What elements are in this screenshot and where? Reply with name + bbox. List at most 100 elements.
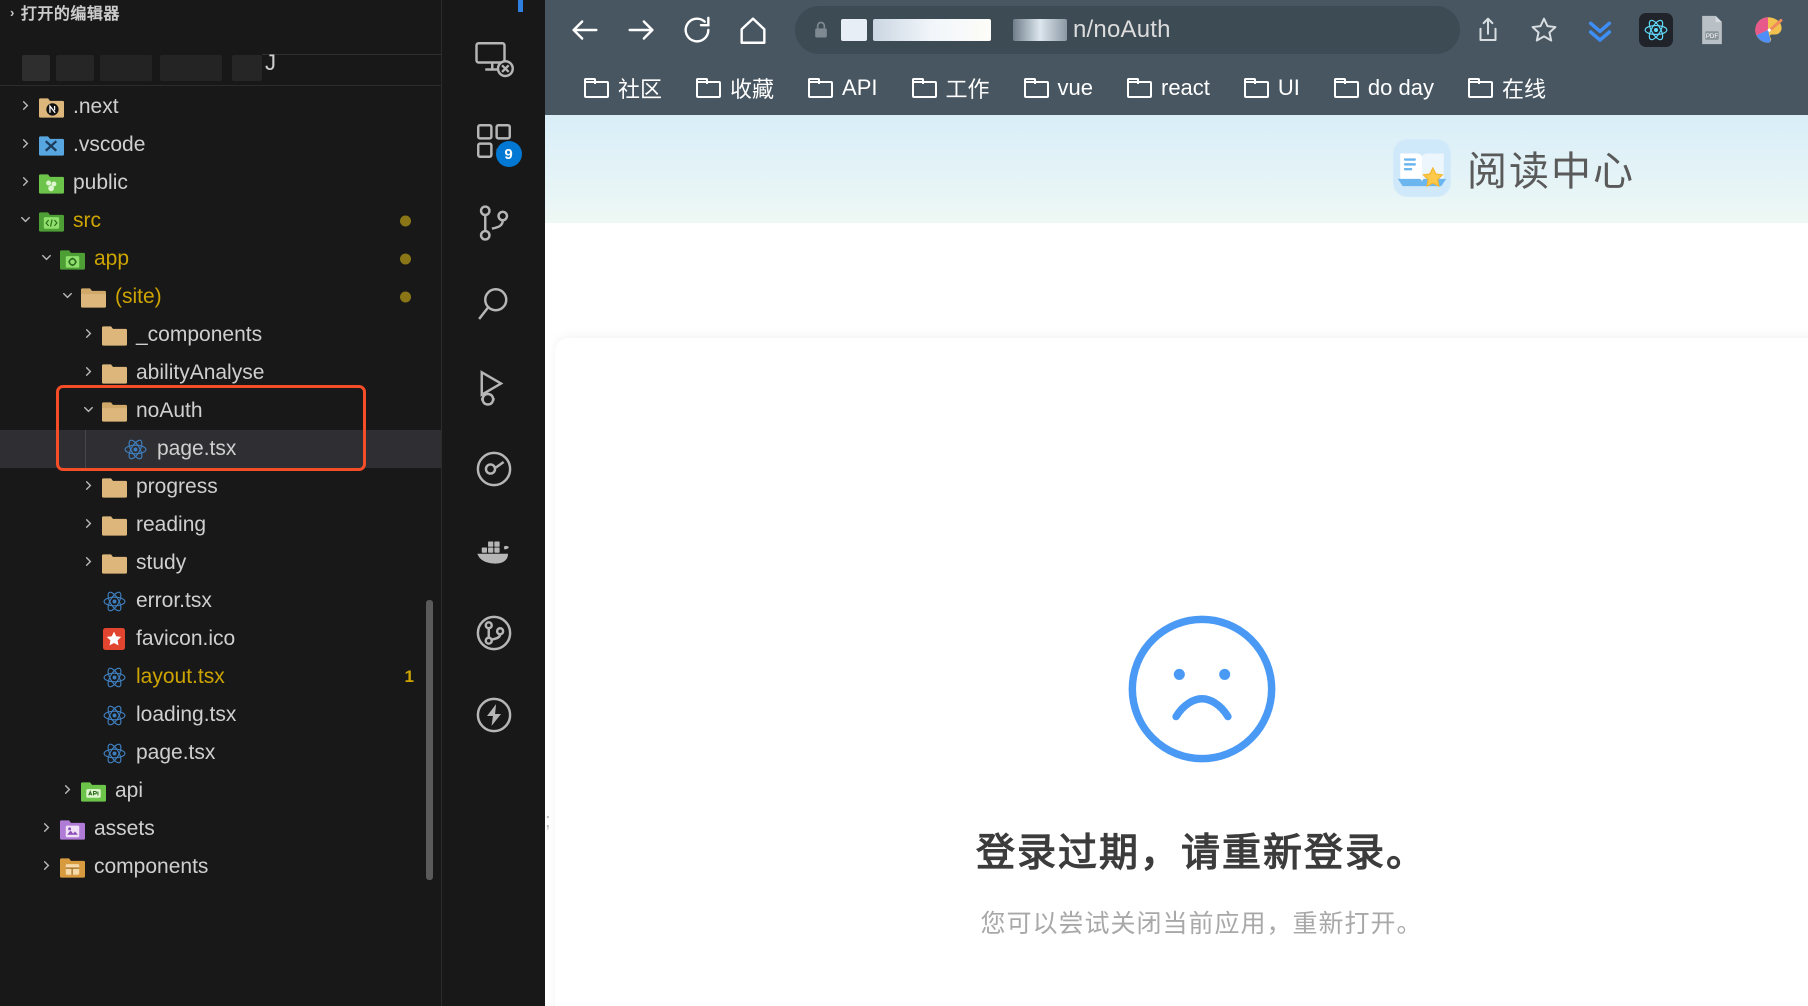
download-chevrons-icon[interactable] (1572, 6, 1628, 54)
chevron-right-icon (14, 136, 36, 154)
forward-icon[interactable] (613, 6, 669, 54)
opened-editors-header[interactable]: › 打开的编辑器 (0, 0, 441, 24)
folder (99, 477, 129, 498)
source-control-icon[interactable] (461, 190, 527, 256)
redacted-block (100, 55, 152, 81)
reload-icon[interactable] (669, 6, 725, 54)
bookmark-item[interactable]: 收藏 (679, 72, 791, 104)
tree-folder-row[interactable]: public (0, 164, 441, 202)
tree-folder-row[interactable]: api (0, 772, 441, 810)
tree-folder-row[interactable]: src (0, 202, 441, 240)
tree-item-label: page.tsx (136, 741, 216, 764)
tree-folder-row[interactable]: assets (0, 810, 441, 848)
bookmark-item[interactable]: 工作 (895, 72, 1007, 104)
extensions-icon[interactable]: 9 (461, 108, 527, 174)
tree-item-label: .vscode (73, 133, 146, 156)
bookmark-item[interactable]: do day (1317, 75, 1451, 101)
tree-folder-row[interactable]: .next (0, 88, 441, 126)
react-devtools-icon[interactable] (1628, 6, 1684, 54)
tree-folder-row[interactable]: app (0, 240, 441, 278)
bookmark-label: 收藏 (730, 76, 775, 102)
scrollbar-thumb[interactable] (426, 600, 433, 880)
folder-icon (1243, 77, 1269, 98)
git-graph-icon[interactable] (461, 600, 527, 666)
modified-dot (400, 291, 411, 303)
file-tree[interactable]: .next .vscode public src app (site) _component… (0, 86, 441, 886)
tree-folder-row[interactable]: .vscode (0, 126, 441, 164)
tree-folder-row[interactable]: _components (0, 316, 441, 354)
folder-open (99, 401, 129, 422)
tree-folder-row[interactable]: study (0, 544, 441, 582)
back-icon[interactable] (557, 6, 613, 54)
bookmark-star-icon[interactable] (1516, 6, 1572, 54)
testing-icon[interactable] (461, 436, 527, 502)
tree-file-row[interactable]: page.tsx (0, 430, 441, 468)
chevron-right-icon (77, 326, 99, 344)
chevron-right-icon (77, 554, 99, 572)
opened-editors-label: 打开的编辑器 (20, 6, 120, 23)
tree-item-label: app (94, 247, 130, 270)
color-picker-icon[interactable] (1740, 6, 1796, 54)
tree-folder-row[interactable]: components (0, 848, 441, 886)
page-title: 阅读中心 (1467, 149, 1635, 195)
tree-item-label: progress (136, 475, 218, 498)
chevron-right-icon (14, 98, 36, 116)
tree-folder-row[interactable]: noAuth (0, 392, 441, 430)
search-icon[interactable] (461, 272, 527, 338)
bookmark-item[interactable]: 社区 (567, 72, 679, 104)
bookmark-item[interactable]: react (1110, 75, 1227, 101)
tree-file-row[interactable]: favicon.ico (0, 620, 441, 658)
tree-folder-row[interactable]: (site) (0, 278, 441, 316)
run-and-debug-icon[interactable] (461, 354, 527, 420)
tree-item-label: abilityAnalyse (136, 361, 265, 384)
bookmark-item[interactable]: UI (1227, 75, 1317, 101)
home-icon[interactable] (725, 6, 781, 54)
address-bar[interactable]: n/noAuth (795, 6, 1460, 54)
bookmark-item[interactable]: API (791, 75, 894, 101)
react-icon (99, 665, 129, 690)
chevron-right-icon: › (10, 4, 15, 20)
tree-folder-row[interactable]: abilityAnalyse (0, 354, 441, 392)
tree-item-label: _components (136, 323, 263, 346)
tree-folder-row[interactable]: progress (0, 468, 441, 506)
folder-icon (1127, 77, 1152, 98)
folder-components (57, 857, 87, 878)
redacted-block (160, 55, 222, 81)
remote-explorer-icon[interactable] (461, 26, 527, 92)
react-icon (99, 703, 129, 728)
tree-file-row[interactable]: page.tsx (0, 734, 441, 772)
share-icon[interactable] (1460, 6, 1516, 54)
bookmark-label: 在线 (1501, 76, 1546, 102)
tree-file-row[interactable]: loading.tsx (0, 696, 441, 734)
tree-file-row[interactable]: error.tsx (0, 582, 441, 620)
folder (99, 325, 129, 346)
screen: › 打开的编辑器 J .next .vscode public src app (site… (0, 0, 1808, 1006)
tree-item-label: error.tsx (136, 589, 212, 612)
tree-file-row[interactable]: layout.tsx 1 (0, 658, 441, 696)
folder-vscode (36, 135, 66, 156)
activity-bar: 9 (441, 0, 545, 1006)
chevron-right-icon (77, 478, 99, 496)
thunder-client-icon[interactable] (461, 682, 527, 748)
stray-text: J (265, 50, 276, 75)
redacted-block (56, 55, 94, 81)
folder-icon (1467, 77, 1493, 98)
bookmark-item[interactable]: vue (1007, 75, 1110, 101)
folder-api (78, 781, 108, 802)
tree-item-label: assets (94, 817, 155, 840)
brand: 阅读中心 (1393, 139, 1635, 197)
chevron-right-icon (77, 516, 99, 534)
pdf-icon[interactable]: PDF (1684, 6, 1740, 54)
tree-item-label: layout.tsx (136, 665, 225, 688)
redacted-url-chunk (841, 19, 867, 41)
folder-next (36, 97, 66, 118)
chevron-right-icon (77, 364, 99, 382)
folder (99, 553, 129, 574)
chevron-down-icon (14, 212, 36, 230)
bookmark-item[interactable]: 在线 (1451, 72, 1563, 104)
tree-folder-row[interactable]: reading (0, 506, 441, 544)
vscode-window: › 打开的编辑器 J .next .vscode public src app (site… (0, 0, 545, 1006)
explorer-scrollbar[interactable] (426, 0, 441, 1006)
docker-icon[interactable] (461, 518, 527, 584)
folder-app (57, 249, 87, 270)
